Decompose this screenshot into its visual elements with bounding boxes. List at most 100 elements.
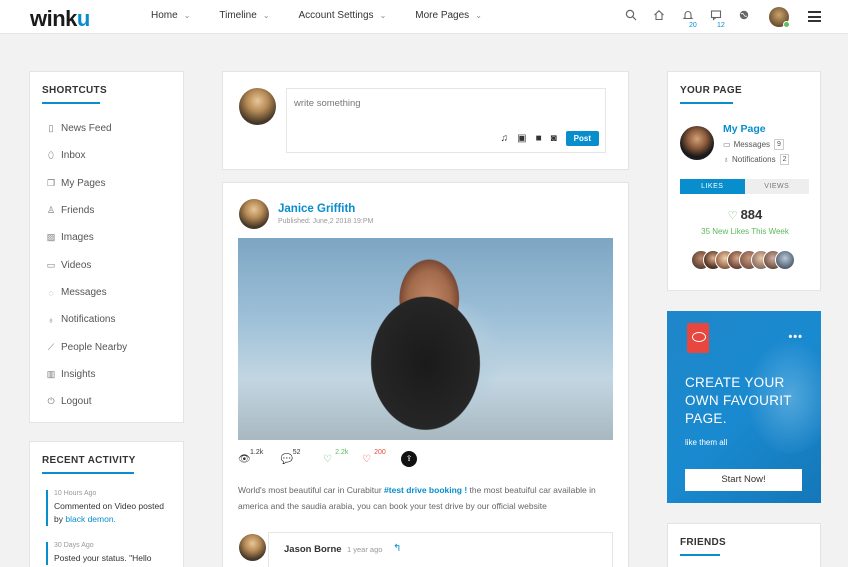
recent-activity-title: Recent Activity xyxy=(42,455,136,466)
globe-icon[interactable] xyxy=(737,9,751,23)
commenter-name[interactable]: Jason Borne xyxy=(284,544,342,555)
shortcut-messages[interactable]: ◌ Messages xyxy=(46,287,106,298)
shortcut-people-nearby[interactable]: ⟋ People Nearby xyxy=(46,342,127,353)
shortcut-label: Insights xyxy=(61,369,96,380)
shortcut-label: People Nearby xyxy=(61,342,128,353)
message-icon[interactable]: 12 xyxy=(709,9,725,29)
chart-up-icon: ⟋ xyxy=(47,342,55,352)
bell-icon[interactable]: 20 xyxy=(681,9,697,29)
activity-time: 10 Hours Ago xyxy=(54,490,97,497)
promo-title: CREATE YOUR OWN FAVOURIT PAGE. xyxy=(685,375,792,426)
chevron-down-icon: ⌄ xyxy=(475,11,482,20)
image-icon[interactable]: ▣ xyxy=(517,133,526,144)
author-avatar[interactable] xyxy=(239,199,269,229)
shortcut-label: Friends xyxy=(61,205,95,216)
likes-count: 2.2k xyxy=(335,448,349,456)
shortcut-logout[interactable]: ⏻ Logout xyxy=(46,396,92,407)
chevron-down-icon: ⌄ xyxy=(379,11,387,20)
post-button[interactable]: Post xyxy=(565,131,599,146)
shortcut-videos[interactable]: ▭ Videos xyxy=(46,260,92,271)
page-name[interactable]: My Page xyxy=(723,123,766,135)
nav-label: Account Settings xyxy=(298,10,374,21)
title-underline xyxy=(42,472,134,474)
like-button[interactable]: ♡ 2.2k xyxy=(323,449,348,465)
comments-count: 52 xyxy=(292,448,301,456)
video-camera-icon[interactable]: ■ xyxy=(536,133,542,144)
post-date: Published: June,2 2018 19:PM xyxy=(278,218,374,225)
liker-avatar[interactable] xyxy=(775,250,795,270)
tab-likes[interactable]: LIKES xyxy=(680,179,745,194)
activity-text: Posted your status. "Hello xyxy=(54,553,152,563)
comments-stat[interactable]: 💬 52 xyxy=(281,449,301,465)
broken-heart-icon: ♡ xyxy=(362,453,372,465)
recent-activity-widget: Recent Activity 10 Hours Ago Commented o… xyxy=(29,441,184,567)
activity-time: 30 Days Ago xyxy=(54,542,94,549)
post-author[interactable]: Janice Griffith xyxy=(278,203,355,215)
music-icon[interactable]: ♫ xyxy=(501,133,509,144)
home-icon[interactable] xyxy=(652,9,666,23)
post-image[interactable] xyxy=(238,238,613,440)
tab-views[interactable]: VIEWS xyxy=(744,179,809,194)
chat-icon: ▭ xyxy=(723,140,731,149)
document-icon: ▯ xyxy=(48,123,54,133)
your-page-title: Your Page xyxy=(680,85,742,96)
shortcut-my-pages[interactable]: ❐ My Pages xyxy=(46,178,106,189)
share-icon[interactable]: ⇪ xyxy=(401,451,418,467)
camera-icon[interactable]: ◙ xyxy=(551,133,557,144)
activity-link[interactable]: black demon. xyxy=(65,514,116,524)
shortcut-label: Logout xyxy=(61,396,92,407)
shortcut-inbox[interactable]: ⬯ Inbox xyxy=(46,150,85,161)
logo-main: wink xyxy=(30,6,77,31)
mouse-icon: ⬯ xyxy=(48,150,54,160)
comment: Jason Borne 1 year ago ↰ xyxy=(268,532,613,567)
shortcut-images[interactable]: ▨ Images xyxy=(46,232,94,243)
book-icon xyxy=(687,323,709,353)
page-avatar[interactable] xyxy=(680,126,714,160)
bar-chart-icon: ▥ xyxy=(46,369,56,379)
menu-icon[interactable] xyxy=(808,11,821,22)
friends-widget: Friends xyxy=(667,523,821,567)
title-underline xyxy=(680,554,720,556)
user-avatar[interactable] xyxy=(769,7,790,28)
dislike-button[interactable]: ♡ 200 xyxy=(362,449,386,465)
shortcut-news-feed[interactable]: ▯ News Feed xyxy=(46,123,112,134)
friends-title: Friends xyxy=(680,537,726,548)
nav-more-pages[interactable]: More Pages ⌄ xyxy=(415,10,482,21)
shortcut-insights[interactable]: ▥ Insights xyxy=(46,369,96,380)
activity-item[interactable]: 10 Hours Ago Commented on Video posted by… xyxy=(46,490,164,526)
shortcut-label: Notifications xyxy=(61,314,116,325)
shortcut-notifications[interactable]: ♁ Notifications xyxy=(46,314,116,325)
video-icon: ▭ xyxy=(46,260,56,270)
page-tabs: LIKES VIEWS xyxy=(680,179,809,194)
dislikes-count: 200 xyxy=(374,448,386,456)
power-icon: ⏻ xyxy=(47,396,55,406)
post-composer: write something ♫ ▣ ■ ◙ Post xyxy=(222,71,629,170)
more-options-icon[interactable]: ••• xyxy=(788,331,803,343)
nav-home[interactable]: Home ⌄ xyxy=(151,10,190,21)
page-notifications[interactable]: ♁ Notifications 2 xyxy=(723,154,790,165)
chevron-down-icon: ⌄ xyxy=(183,11,191,20)
page-messages[interactable]: ▭ Messages 9 xyxy=(723,139,784,150)
search-icon[interactable] xyxy=(624,9,638,23)
nav-account-settings[interactable]: Account Settings ⌄ xyxy=(299,10,387,21)
composer-tools: ♫ ▣ ■ ◙ Post xyxy=(492,131,599,146)
brand-logo[interactable]: winku xyxy=(30,6,90,32)
views-count: 1.2k xyxy=(250,448,264,456)
nav-timeline[interactable]: Timeline ⌄ xyxy=(219,10,269,21)
nav-label: Home xyxy=(151,10,178,21)
user-icon: ♙ xyxy=(46,205,56,215)
promo-subtitle: like them all xyxy=(685,438,728,447)
activity-item[interactable]: 30 Days Ago Posted your status. "Hello xyxy=(46,542,152,565)
post-hashtag[interactable]: #test drive booking ! xyxy=(384,485,467,495)
start-now-button[interactable]: Start Now! xyxy=(685,469,802,491)
feed-post: Janice Griffith Published: June,2 2018 1… xyxy=(222,182,629,567)
shortcuts-title: Shortcuts xyxy=(42,85,107,96)
chevron-down-icon: ⌄ xyxy=(262,11,270,20)
views-stat[interactable]: 👁 1.2k xyxy=(238,449,263,465)
commenter-avatar[interactable] xyxy=(239,534,266,561)
your-page-widget: Your Page My Page ▭ Messages 9 ♁ Notificati… xyxy=(667,71,821,291)
shortcut-label: My Pages xyxy=(61,178,106,189)
shortcut-friends[interactable]: ♙ Friends xyxy=(46,205,94,216)
composer-textarea[interactable]: write something ♫ ▣ ■ ◙ Post xyxy=(286,88,606,153)
reply-icon[interactable]: ↰ xyxy=(393,543,401,554)
